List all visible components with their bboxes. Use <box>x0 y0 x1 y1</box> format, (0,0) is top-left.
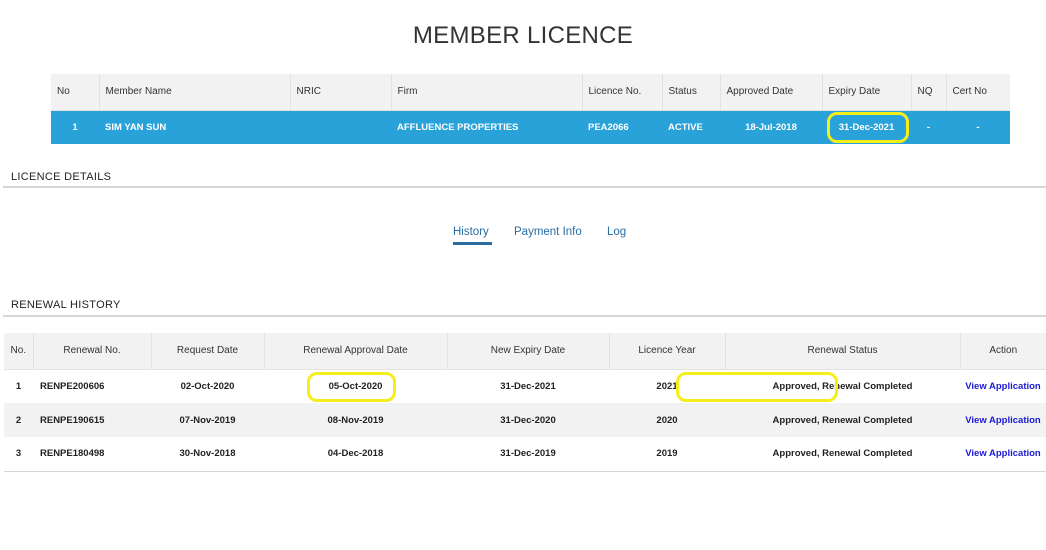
member-table-header: No Member Name NRIC Firm Licence No. Sta… <box>51 74 1010 111</box>
renewal-table-header: No. Renewal No. Request Date Renewal App… <box>4 333 1046 370</box>
active-tab-indicator <box>453 242 492 245</box>
tab-history[interactable]: History <box>453 226 489 238</box>
member-cert-no: - <box>946 110 1010 144</box>
col-header-request-date[interactable]: Request Date <box>151 333 265 370</box>
request-date: 07-Nov-2019 <box>151 403 264 437</box>
new-expiry-date: 31-Dec-2021 <box>447 369 609 403</box>
approval-date: 05-Oct-2020 <box>264 369 447 403</box>
col-header-status[interactable]: Status <box>662 74 721 111</box>
renewal-no: RENPE190615 <box>33 403 151 437</box>
col-header-nq[interactable]: NQ <box>911 74 947 111</box>
col-header-expiry-date[interactable]: Expiry Date <box>822 74 912 111</box>
col-header-action: Action <box>960 333 1046 370</box>
member-name: SIM YAN SUN <box>99 110 290 144</box>
licence-year: 2021 <box>609 369 725 403</box>
col-header-new-expiry-date[interactable]: New Expiry Date <box>447 333 610 370</box>
tab-payment-info[interactable]: Payment Info <box>514 226 582 238</box>
row-no: 3 <box>4 437 33 472</box>
member-firm: AFFLUENCE PROPERTIES <box>391 110 582 144</box>
col-header-licence-no[interactable]: Licence No. <box>582 74 663 111</box>
row-no: 2 <box>4 403 33 437</box>
col-header-no[interactable]: No <box>51 74 100 111</box>
renewal-status: Approved, Renewal Completed <box>725 403 960 437</box>
member-nq: - <box>911 110 946 144</box>
row-no: 1 <box>4 369 33 403</box>
page-title: MEMBER LICENCE <box>412 22 634 49</box>
request-date: 02-Oct-2020 <box>151 369 264 403</box>
renewal-history-table: No. Renewal No. Request Date Renewal App… <box>4 333 1046 472</box>
view-application-link[interactable]: View Application <box>965 415 1041 426</box>
renewal-no: RENPE180498 <box>33 437 151 472</box>
col-header-renewal-approval-date[interactable]: Renewal Approval Date <box>264 333 448 370</box>
view-application-link[interactable]: View Application <box>965 381 1041 392</box>
tab-log[interactable]: Log <box>607 226 626 238</box>
table-row: 3 RENPE180498 30-Nov-2018 04-Dec-2018 31… <box>4 437 1046 472</box>
new-expiry-date: 31-Dec-2019 <box>447 437 609 472</box>
renewal-no: RENPE200606 <box>33 369 151 403</box>
renewal-history-title: RENEWAL HISTORY <box>11 299 121 311</box>
new-expiry-date: 31-Dec-2020 <box>447 403 609 437</box>
member-licence-no: PEA2066 <box>582 110 662 144</box>
member-expiry-date: 31-Dec-2021 <box>822 110 911 144</box>
col-header-renewal-status[interactable]: Renewal Status <box>725 333 961 370</box>
renewal-status: Approved, Renewal Completed <box>725 369 960 403</box>
view-application-link[interactable]: View Application <box>965 448 1041 459</box>
request-date: 30-Nov-2018 <box>151 437 264 472</box>
licence-details-title: LICENCE DETAILS <box>11 171 112 183</box>
member-nric <box>290 110 391 144</box>
col-header-licence-year[interactable]: Licence Year <box>609 333 726 370</box>
col-header-nric[interactable]: NRIC <box>290 74 392 111</box>
member-licence-table: No Member Name NRIC Firm Licence No. Sta… <box>51 74 1010 144</box>
col-header-approved-date[interactable]: Approved Date <box>720 74 823 111</box>
approval-date: 08-Nov-2019 <box>264 403 447 437</box>
member-row-selected[interactable]: 1 SIM YAN SUN AFFLUENCE PROPERTIES PEA20… <box>51 110 1010 144</box>
col-header-member-name[interactable]: Member Name <box>99 74 291 111</box>
member-status: ACTIVE <box>662 110 720 144</box>
licence-details-divider <box>3 186 1046 188</box>
licence-year: 2020 <box>609 403 725 437</box>
col-header-firm[interactable]: Firm <box>391 74 583 111</box>
col-header-renewal-no[interactable]: Renewal No. <box>33 333 152 370</box>
member-no: 1 <box>51 110 99 144</box>
licence-year: 2019 <box>609 437 725 472</box>
table-row: 1 RENPE200606 02-Oct-2020 05-Oct-2020 31… <box>4 369 1046 403</box>
col-header-cert-no[interactable]: Cert No <box>946 74 1010 111</box>
member-approved-date: 18-Jul-2018 <box>720 110 822 144</box>
renewal-status: Approved, Renewal Completed <box>725 437 960 472</box>
renewal-history-divider <box>3 315 1046 317</box>
approval-date: 04-Dec-2018 <box>264 437 447 472</box>
col-header-no[interactable]: No. <box>4 333 34 370</box>
table-row: 2 RENPE190615 07-Nov-2019 08-Nov-2019 31… <box>4 403 1046 437</box>
